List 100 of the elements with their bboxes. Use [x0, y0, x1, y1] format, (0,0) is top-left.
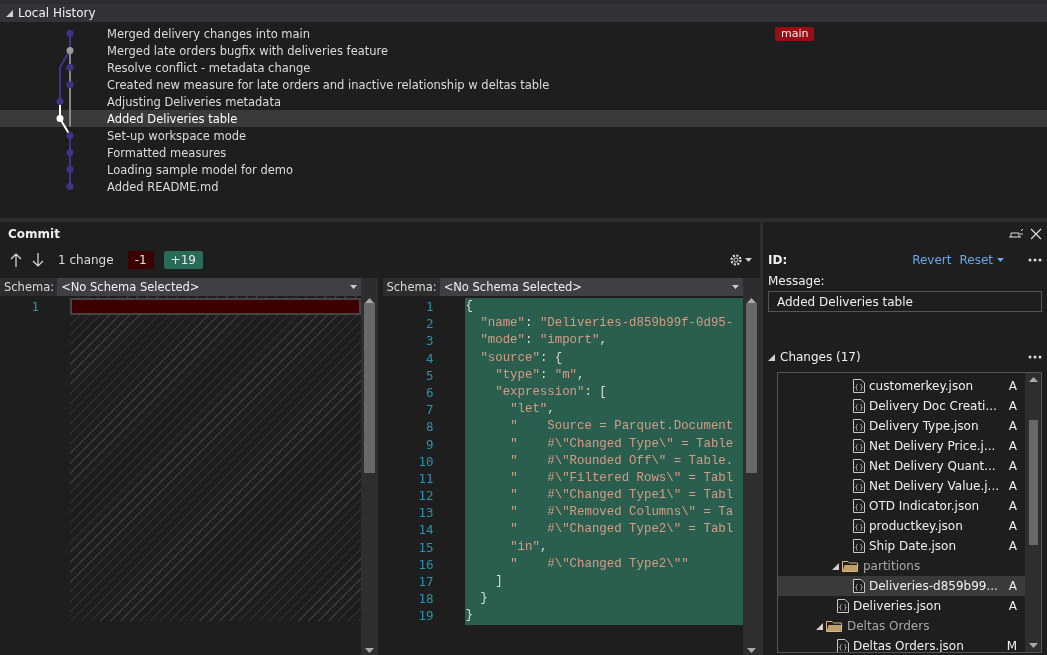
- dropdown-caret-icon: [732, 285, 739, 289]
- commit-row[interactable]: Created new measure for late orders and inactive relationship w deltas table: [0, 76, 1047, 93]
- close-icon[interactable]: [1030, 228, 1042, 240]
- panel-header[interactable]: Local History: [0, 4, 1047, 22]
- panel-title: Local History: [18, 6, 96, 20]
- change-count: 1 change: [58, 253, 114, 267]
- scrollbar[interactable]: [743, 296, 760, 655]
- json-file-icon: [853, 379, 865, 393]
- folder-row[interactable]: partitions: [778, 556, 1025, 576]
- json-file-icon: [853, 499, 865, 513]
- changes-title: Changes (17): [780, 350, 861, 364]
- json-file-icon: [837, 639, 849, 652]
- commit-row[interactable]: Merged late orders bugfix with deliveries feature: [0, 42, 1047, 59]
- line-number: 1: [30, 298, 40, 316]
- message-label: Message:: [768, 274, 826, 288]
- line-number: 5: [424, 366, 435, 384]
- change-status: A: [1008, 479, 1017, 493]
- collapse-icon[interactable]: [6, 9, 13, 17]
- line-number: 1: [424, 298, 435, 316]
- line-number: 10: [417, 452, 435, 470]
- json-file-icon: [853, 439, 865, 453]
- scroll-down-icon[interactable]: [1028, 643, 1038, 648]
- commit-row[interactable]: Added Deliveries table: [0, 110, 1047, 127]
- file-row[interactable]: Delivery Type.json A: [778, 416, 1025, 436]
- more-icon[interactable]: [1028, 355, 1042, 359]
- more-icon[interactable]: [1028, 258, 1042, 262]
- file-row[interactable]: Deliveries.json A: [778, 596, 1025, 616]
- scroll-up-icon[interactable]: [1028, 377, 1038, 382]
- pin-icon[interactable]: [1008, 228, 1024, 240]
- scrollbar-thumb[interactable]: [363, 303, 375, 473]
- line-number: 16: [417, 555, 435, 573]
- line-number: 12: [417, 487, 435, 505]
- line-number: 15: [417, 538, 435, 556]
- line-number: 6: [424, 383, 435, 402]
- file-row[interactable]: OTD Indicator.json A: [778, 496, 1025, 516]
- scrollbar-thumb[interactable]: [746, 303, 757, 473]
- file-row[interactable]: Deliveries-d859b99... A: [778, 576, 1025, 596]
- json-file-icon: [853, 519, 865, 533]
- file-row[interactable]: customerkey.json A: [778, 376, 1025, 396]
- line-number: 8: [424, 418, 435, 436]
- line-number: 19: [417, 607, 435, 625]
- commit-row[interactable]: Formatted measures: [0, 144, 1047, 161]
- id-label: ID:: [768, 253, 788, 267]
- json-file-icon: [853, 419, 865, 433]
- reset-link[interactable]: Reset: [959, 253, 1004, 267]
- change-status: M: [1006, 639, 1017, 652]
- commit-row[interactable]: Merged delivery changes into main main: [0, 25, 1047, 42]
- json-file-icon: [853, 579, 865, 593]
- collapse-icon[interactable]: [768, 353, 775, 361]
- settings-icon[interactable]: [729, 253, 752, 267]
- line-number: 4: [424, 349, 435, 367]
- expand-icon[interactable]: [816, 622, 823, 630]
- line-number: 9: [424, 435, 435, 453]
- change-status: A: [1008, 459, 1017, 473]
- commit-row[interactable]: Added README.md: [0, 178, 1047, 195]
- file-row[interactable]: Deltas Orders.json M: [778, 636, 1025, 652]
- folder-row[interactable]: Deltas Orders: [778, 616, 1025, 636]
- change-status: A: [1008, 519, 1017, 533]
- folder-icon: [842, 560, 859, 572]
- json-file-icon: [853, 459, 865, 473]
- json-file-icon: [853, 399, 865, 413]
- commit-row[interactable]: Set-up workspace mode: [0, 127, 1047, 144]
- down-arrow-icon[interactable]: [32, 253, 44, 267]
- scrollbar[interactable]: [1025, 373, 1041, 652]
- commit-row[interactable]: Resolve conflict - metadata change: [0, 59, 1047, 76]
- removed-count: -1: [127, 251, 154, 269]
- change-status: A: [1008, 579, 1017, 593]
- schema-label: Schema:: [385, 280, 438, 294]
- message-field[interactable]: Added Deliveries table: [768, 291, 1042, 312]
- schema-label: Schema:: [3, 280, 56, 294]
- json-file-icon: [837, 599, 849, 613]
- line-number: 3: [424, 332, 435, 350]
- commit-row[interactable]: Adjusting Deliveries metadata: [0, 93, 1047, 110]
- change-status: A: [1008, 439, 1017, 453]
- scrollbar-thumb[interactable]: [1028, 420, 1038, 545]
- file-row[interactable]: Net Delivery Price.j... A: [778, 436, 1025, 456]
- file-row[interactable]: Net Delivery Quant... A: [778, 456, 1025, 476]
- folder-icon: [826, 620, 843, 632]
- json-file-icon: [853, 479, 865, 493]
- expand-icon[interactable]: [832, 562, 839, 570]
- up-arrow-icon[interactable]: [10, 253, 22, 267]
- schema-dropdown[interactable]: <No Schema Selected>: [57, 278, 361, 296]
- scroll-down-icon[interactable]: [364, 648, 374, 653]
- branch-badge: main: [775, 26, 815, 41]
- change-status: A: [1008, 599, 1017, 613]
- revert-link[interactable]: Revert: [912, 253, 952, 267]
- file-row[interactable]: Net Delivery Value.j... A: [778, 476, 1025, 496]
- commit-row[interactable]: Loading sample model for demo: [0, 161, 1047, 178]
- line-number: 17: [417, 573, 435, 591]
- file-row[interactable]: productkey.json A: [778, 516, 1025, 536]
- scroll-down-icon[interactable]: [747, 648, 756, 653]
- line-number: 7: [424, 401, 435, 419]
- added-count: +19: [163, 251, 203, 269]
- change-status: A: [1008, 379, 1017, 393]
- dropdown-caret-icon: [997, 258, 1004, 262]
- file-row[interactable]: Delivery Doc Creati... A: [778, 396, 1025, 416]
- change-status: A: [1008, 399, 1017, 413]
- schema-dropdown[interactable]: <No Schema Selected>: [439, 278, 743, 296]
- file-row[interactable]: Ship Date.json A: [778, 536, 1025, 556]
- change-status: A: [1008, 499, 1017, 513]
